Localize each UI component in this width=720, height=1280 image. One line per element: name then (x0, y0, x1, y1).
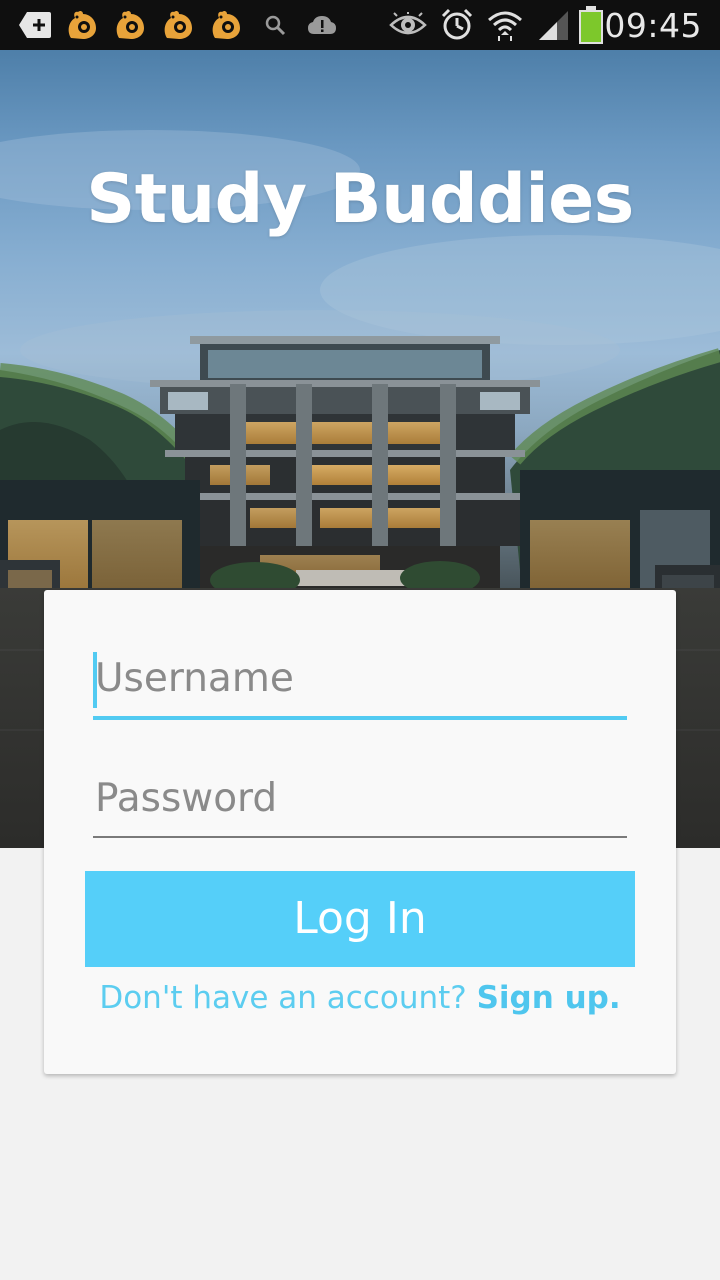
wifi-icon (486, 0, 524, 50)
add-notification-icon (18, 0, 52, 50)
password-field-container (93, 760, 629, 838)
battery-icon (578, 0, 604, 50)
status-bar: 09:45 (0, 0, 720, 50)
username-field-container (93, 640, 629, 720)
status-clock: 09:45 (604, 6, 702, 45)
app-title: Study Buddies (86, 160, 634, 239)
signup-prompt-text: Don't have an account? (99, 980, 467, 1016)
login-button[interactable]: Log In (85, 871, 635, 967)
text-cursor (93, 652, 97, 708)
squirrel-browser-icon (160, 0, 196, 50)
login-card: Log In Don't have an account? Sign up. (44, 590, 676, 1074)
signup-prompt-line: Don't have an account? Sign up. (44, 980, 676, 1016)
alarm-icon (440, 0, 474, 50)
signal-icon (536, 0, 570, 50)
eye-icon (388, 0, 428, 50)
squirrel-browser-icon (112, 0, 148, 50)
search-icon (262, 0, 288, 50)
password-input[interactable] (93, 760, 629, 836)
squirrel-browser-icon (208, 0, 244, 50)
cloud-alert-icon (306, 0, 338, 50)
username-input[interactable] (93, 640, 629, 716)
signup-link[interactable]: Sign up. (477, 980, 621, 1016)
squirrel-browser-icon (64, 0, 100, 50)
